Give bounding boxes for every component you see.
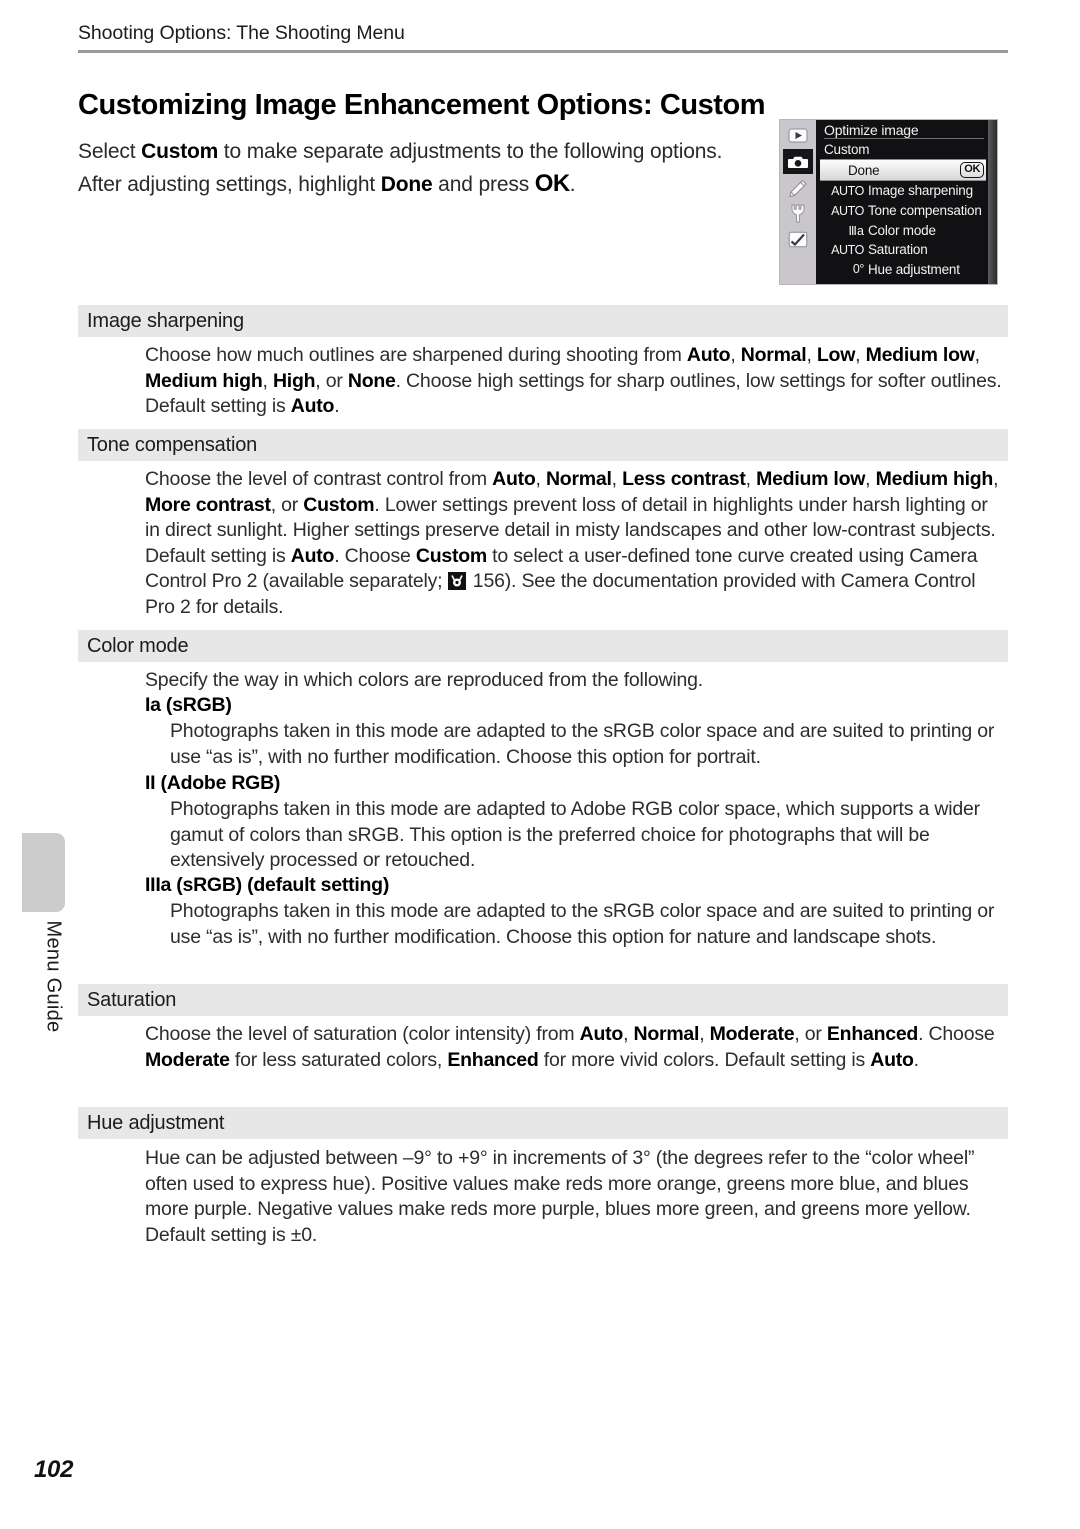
subsection-body-ia-srgb: Photographs taken in this mode are adapt…	[170, 720, 995, 768]
subsection-body-ii-adobe-rgb: Photographs taken in this mode are adapt…	[170, 798, 980, 872]
intro-paragraph: Select Custom to make separate adjustmen…	[78, 136, 738, 201]
section-heading-saturation: Saturation	[78, 984, 1008, 1016]
custom-settings-pencil-icon	[783, 175, 813, 200]
camera-menu-item-done[interactable]: Done OK	[820, 159, 986, 182]
section-heading-tone-compensation: Tone compensation	[78, 429, 1008, 461]
page-reference-icon	[447, 572, 466, 591]
section-body-saturation: Choose the level of saturation (color in…	[145, 1023, 995, 1071]
camera-menu-value: AUTO	[831, 183, 864, 198]
camera-menu-done-label: Done	[848, 162, 880, 178]
running-head-rule	[78, 50, 1008, 53]
section-body-image-sharpening: Choose how much outlines are sharpened d…	[145, 344, 1002, 418]
intro-text-3: and press	[432, 173, 535, 196]
ok-badge-icon: OK	[960, 161, 984, 179]
retouch-icon	[783, 227, 813, 252]
intro-text-1: Select	[78, 140, 142, 163]
camera-menu-icon-column	[780, 120, 816, 284]
camera-menu-value: Ⅲa	[848, 223, 864, 238]
camera-menu-value: AUTO	[831, 242, 864, 257]
subsection-body-iiia-srgb: Photographs taken in this mode are adapt…	[170, 900, 995, 948]
camera-menu-header: Optimize image	[820, 120, 986, 140]
ok-button-glyph: OK	[534, 170, 571, 197]
section-heading-hue-adjustment: Hue adjustment	[78, 1107, 1008, 1139]
setup-wrench-icon	[783, 201, 813, 226]
subsection-title-iiia-srgb: IIIa (sRGB) (default setting)	[145, 874, 390, 896]
intro-bold-custom: Custom	[141, 140, 219, 163]
camera-menu-item-saturation[interactable]: AUTO Saturation	[820, 240, 986, 260]
playback-icon	[783, 123, 813, 148]
camera-menu-label: Hue adjustment	[868, 261, 960, 277]
intro-bold-done: Done	[380, 173, 433, 196]
camera-menu-label: Tone compensation	[868, 203, 982, 219]
camera-menu-value: AUTO	[831, 203, 864, 218]
page-title: Customizing Image Enhancement Options: C…	[78, 89, 766, 122]
section-body-color-mode: Specify the way in which colors are repr…	[145, 669, 703, 691]
section-body-hue-adjustment: Hue can be adjusted between –9° to +9° i…	[145, 1147, 975, 1246]
camera-menu-label: Image sharpening	[868, 183, 973, 199]
shooting-menu-icon	[783, 149, 813, 174]
camera-menu-subheader-label: Custom	[824, 141, 870, 157]
camera-menu-item-image-sharpening[interactable]: AUTO Image sharpening	[820, 181, 986, 201]
subsection-title-ia-srgb: Ia (sRGB)	[145, 694, 232, 716]
camera-menu-value: 0°	[852, 262, 865, 277]
chapter-side-label: Menu Guide	[42, 920, 65, 1033]
page-number: 102	[34, 1456, 74, 1483]
camera-menu-item-color-mode[interactable]: Ⅲa Color mode	[820, 220, 986, 240]
running-head: Shooting Options: The Shooting Menu	[78, 22, 405, 44]
camera-menu-header-label: Optimize image	[824, 121, 919, 138]
camera-menu-list: Optimize image Custom Done OK AUTO Image…	[816, 120, 997, 284]
camera-menu-subheader: Custom	[820, 140, 986, 160]
camera-menu-item-tone-compensation[interactable]: AUTO Tone compensation	[820, 201, 986, 221]
camera-menu-label: Saturation	[868, 242, 928, 258]
subsection-title-ii-adobe-rgb: II (Adobe RGB)	[145, 772, 281, 794]
intro-text-4: .	[569, 173, 576, 196]
camera-menu-label: Color mode	[868, 222, 936, 238]
camera-menu-item-hue-adjustment[interactable]: 0° Hue adjustment	[820, 260, 986, 280]
section-body-tone-compensation: Choose the level of contrast control fro…	[145, 468, 999, 618]
section-heading-image-sharpening: Image sharpening	[78, 305, 1008, 337]
camera-menu-screenshot: Optimize image Custom Done OK AUTO Image…	[779, 119, 998, 285]
section-heading-color-mode: Color mode	[78, 630, 1008, 662]
